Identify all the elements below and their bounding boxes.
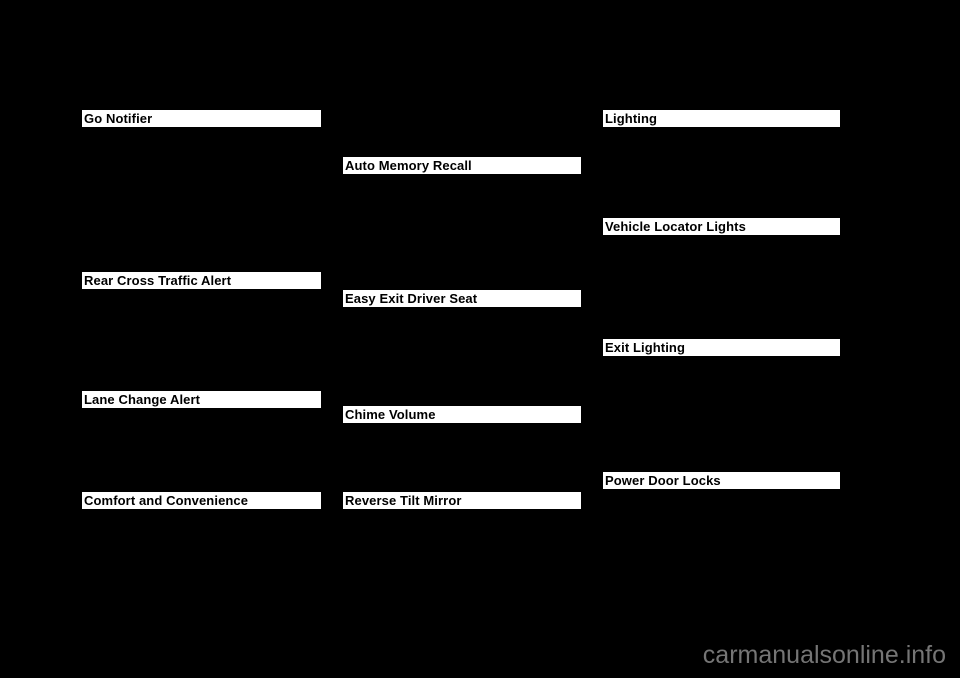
manual-page: Go Notifier Rear Cross Traffic Alert Lan… bbox=[0, 0, 960, 678]
section-heading-power-door-locks: Power Door Locks bbox=[603, 472, 840, 489]
section-heading-label: Power Door Locks bbox=[605, 473, 721, 488]
section-heading-vehicle-locator-lights: Vehicle Locator Lights bbox=[603, 218, 840, 235]
site-watermark: carmanualsonline.info bbox=[702, 641, 946, 669]
section-heading-label: Chime Volume bbox=[345, 407, 436, 422]
section-heading-comfort-and-convenience: Comfort and Convenience bbox=[82, 492, 321, 509]
section-heading-label: Exit Lighting bbox=[605, 340, 686, 355]
section-heading-label: Go Notifier bbox=[84, 111, 153, 126]
section-heading-chime-volume: Chime Volume bbox=[343, 406, 581, 423]
section-heading-label: Comfort and Convenience bbox=[84, 493, 249, 508]
section-heading-label: Lighting bbox=[605, 111, 658, 126]
section-heading-label: Vehicle Locator Lights bbox=[605, 219, 746, 234]
section-heading-lane-change-alert: Lane Change Alert bbox=[82, 391, 321, 408]
section-heading-label: Lane Change Alert bbox=[84, 392, 201, 407]
section-heading-exit-lighting: Exit Lighting bbox=[603, 339, 840, 356]
section-heading-go-notifier: Go Notifier bbox=[82, 110, 321, 127]
section-heading-easy-exit-driver-seat: Easy Exit Driver Seat bbox=[343, 290, 581, 307]
section-heading-reverse-tilt-mirror: Reverse Tilt Mirror bbox=[343, 492, 581, 509]
section-heading-label: Easy Exit Driver Seat bbox=[345, 291, 478, 306]
section-heading-rear-cross-traffic-alert: Rear Cross Traffic Alert bbox=[82, 272, 321, 289]
section-heading-label: Auto Memory Recall bbox=[345, 158, 472, 173]
section-heading-lighting: Lighting bbox=[603, 110, 840, 127]
section-heading-label: Rear Cross Traffic Alert bbox=[84, 273, 232, 288]
section-heading-label: Reverse Tilt Mirror bbox=[345, 493, 462, 508]
section-heading-auto-memory-recall: Auto Memory Recall bbox=[343, 157, 581, 174]
